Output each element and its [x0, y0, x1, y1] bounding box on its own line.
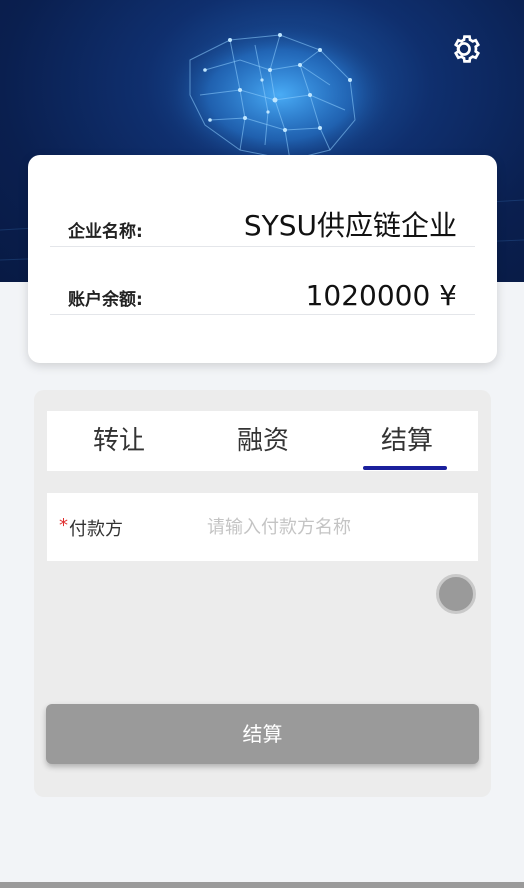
- required-mark: *: [59, 515, 68, 536]
- active-tab-indicator: [363, 466, 447, 470]
- settle-button[interactable]: 结算: [46, 704, 479, 764]
- settings-button[interactable]: [445, 30, 483, 68]
- tab-bar: 转让 融资 结算: [47, 411, 478, 471]
- tab-financing[interactable]: 融资: [191, 411, 335, 471]
- tab-transfer[interactable]: 转让: [47, 411, 191, 471]
- payer-input[interactable]: [207, 511, 457, 543]
- payer-label: 付款方: [69, 519, 123, 540]
- gear-icon: [454, 35, 481, 63]
- company-label: 企业名称:: [68, 222, 143, 242]
- tab-settlement[interactable]: 结算: [335, 411, 479, 471]
- balance-row: 账户余额: 1020000 ¥: [50, 275, 475, 315]
- payer-field-row: * 付款方: [47, 493, 478, 561]
- bottom-bar: [0, 882, 524, 888]
- account-info-card: 企业名称: SYSU供应链企业 账户余额: 1020000 ¥: [28, 155, 497, 363]
- company-name: SYSU供应链企业: [243, 209, 457, 242]
- operation-panel: 转让 融资 结算 * 付款方 结算: [34, 390, 491, 797]
- company-row: 企业名称: SYSU供应链企业: [50, 207, 475, 247]
- balance-value: 1020000 ¥: [305, 279, 457, 312]
- floating-action-button[interactable]: [436, 574, 476, 614]
- balance-label: 账户余额:: [68, 290, 143, 310]
